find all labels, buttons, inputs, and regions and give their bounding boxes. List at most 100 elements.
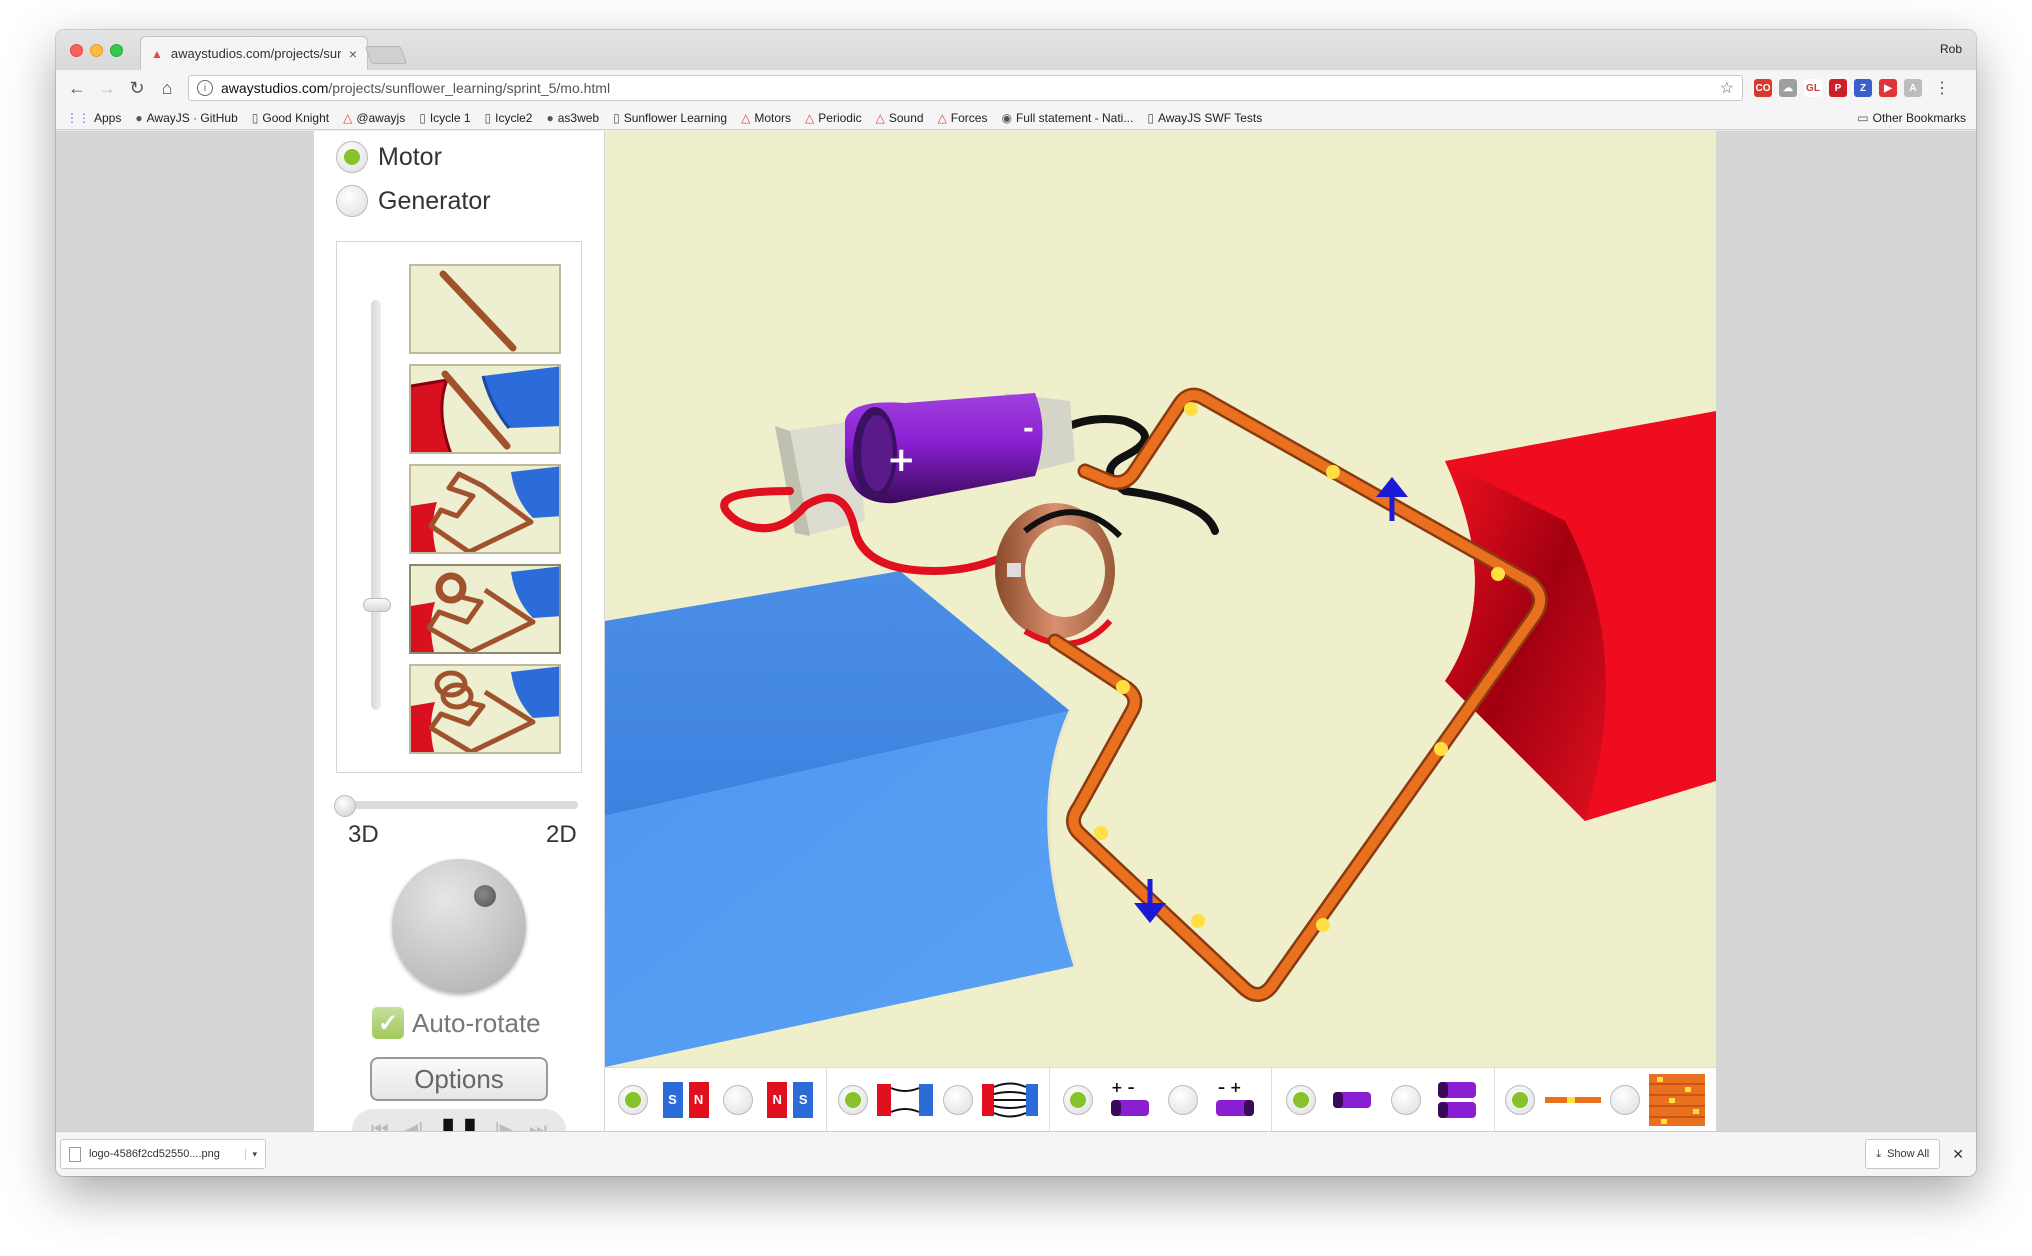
close-downloads-icon[interactable]: ✕: [1952, 1146, 1964, 1163]
bookmark-item[interactable]: ▯ Good Knight: [252, 111, 329, 125]
reload-icon[interactable]: ↻: [124, 75, 150, 101]
bookmark-item[interactable]: ◉ Full statement - Nati...: [1001, 111, 1133, 125]
browser-menu-icon[interactable]: ⋮: [1934, 78, 1950, 98]
magnets-sn-icon: S N: [662, 1081, 709, 1118]
electron-view-radio[interactable]: [1609, 1084, 1640, 1115]
extension-icon[interactable]: ☁: [1779, 79, 1797, 97]
knob-indicator-dot: [474, 885, 496, 907]
extension-icon[interactable]: ▶: [1879, 79, 1897, 97]
checkmark-icon[interactable]: ✓: [372, 1007, 404, 1039]
download-item[interactable]: logo-4586f2cd52550....png ▾: [60, 1139, 266, 1169]
extension-icon[interactable]: Z: [1854, 79, 1872, 97]
radio-selected-dot: [625, 1091, 642, 1108]
extension-icon[interactable]: P: [1829, 79, 1847, 97]
autorotate-checkbox[interactable]: ✓ Auto-rotate: [372, 1007, 541, 1039]
level-thumbnail-square-loop[interactable]: [409, 464, 561, 554]
extensions-area: CO ☁ GL P Z ▶ A: [1747, 79, 1922, 97]
page-icon: ▯: [251, 110, 259, 125]
mode-generator-radio[interactable]: Generator: [336, 185, 491, 217]
bookmark-item[interactable]: ▯ Icycle2: [485, 111, 533, 125]
mode-generator-label: Generator: [378, 186, 491, 215]
bookmark-label: AwayJS SWF Tests: [1157, 110, 1263, 125]
profile-name[interactable]: Rob: [1940, 42, 1962, 56]
window-close-button[interactable]: [70, 44, 83, 57]
forward-arrow-icon[interactable]: →: [94, 75, 120, 101]
battery-reverse-radio[interactable]: [1168, 1084, 1199, 1115]
polarity-sn-radio[interactable]: [618, 1084, 649, 1115]
browser-tab[interactable]: ▲ awaystudios.com/projects/sun ×: [140, 36, 368, 70]
window-maximize-button[interactable]: [110, 44, 123, 57]
bookmark-label: Apps: [94, 110, 122, 125]
bookmark-label: Motors: [754, 110, 792, 125]
field-on-radio[interactable]: [942, 1084, 973, 1115]
two-batteries-radio[interactable]: [1390, 1084, 1421, 1115]
field-off-radio[interactable]: [838, 1084, 869, 1115]
apps-grid-icon: ⋮⋮: [66, 110, 90, 125]
current-display-group: [1495, 1068, 1716, 1131]
battery-forward-radio[interactable]: [1063, 1084, 1094, 1115]
bookmark-item[interactable]: △ Motors: [741, 111, 791, 125]
bookmark-item[interactable]: △ Forces: [938, 111, 988, 125]
radio-button[interactable]: [336, 141, 368, 173]
magnets-icon: [877, 1083, 934, 1116]
level-thumbnail-wire[interactable]: [409, 264, 561, 354]
svg-text:+: +: [887, 440, 916, 480]
bookmark-item[interactable]: △ @awayjs: [343, 111, 405, 125]
bookmark-item[interactable]: △ Periodic: [805, 111, 862, 125]
two-batteries-icon: [1437, 1081, 1476, 1118]
folder-icon: ▭: [1857, 110, 1869, 125]
home-icon[interactable]: ⌂: [154, 75, 180, 101]
options-button[interactable]: Options: [370, 1057, 548, 1101]
bookmark-label: Icycle2: [495, 110, 533, 125]
magnet-polarity-group: S N N S: [605, 1068, 828, 1131]
level-thumbnail-wire-magnets[interactable]: [409, 364, 561, 454]
mode-motor-radio[interactable]: Motor: [336, 141, 442, 173]
bookmark-item[interactable]: △ Sound: [876, 111, 924, 125]
tab-close-icon[interactable]: ×: [349, 46, 357, 62]
magnets-ns-icon: N S: [767, 1081, 814, 1118]
polarity-ns-radio[interactable]: [722, 1084, 753, 1115]
dropdown-arrow-icon[interactable]: ▾: [245, 1148, 257, 1160]
bookmark-item[interactable]: ⋮⋮ Apps: [66, 111, 121, 125]
address-bar[interactable]: i awaystudios.com/projects/sunflower_lea…: [188, 75, 1743, 101]
svg-text:+ –: + –: [1111, 1080, 1135, 1096]
info-icon[interactable]: i: [197, 80, 213, 96]
other-bookmarks[interactable]: ▭ Other Bookmarks: [1857, 111, 1966, 125]
new-tab-button[interactable]: [364, 46, 408, 64]
browser-toolbar: ← → ↻ ⌂ i awaystudios.com/projects/sunfl…: [56, 70, 1976, 106]
download-icon: ⤓: [1876, 1147, 1882, 1160]
mode-motor-label: Motor: [378, 142, 442, 171]
extension-icon[interactable]: A: [1904, 79, 1922, 97]
bookmark-item[interactable]: ▯ Icycle 1: [419, 111, 470, 125]
bookmark-item[interactable]: ● as3web: [546, 111, 599, 125]
electrons-grid-icon: [1649, 1073, 1706, 1126]
bookmark-star-icon[interactable]: ☆: [1720, 78, 1734, 98]
one-battery-radio[interactable]: [1285, 1084, 1316, 1115]
window-minimize-button[interactable]: [90, 44, 103, 57]
level-slider-thumb[interactable]: [363, 598, 391, 612]
level-thumbnail-coil[interactable]: [409, 664, 561, 754]
motor-3d-viewport[interactable]: + -: [605, 131, 1716, 1067]
radio-selected-dot: [1070, 1091, 1087, 1108]
view-slider-thumb[interactable]: [334, 795, 356, 817]
south-pole-label: S: [793, 1081, 814, 1118]
view-slider-track[interactable]: [338, 801, 578, 809]
extension-icon[interactable]: CO: [1754, 79, 1772, 97]
bookmark-item[interactable]: ● AwayJS · GitHub: [135, 111, 237, 125]
level-thumbnail-split-ring[interactable]: [409, 564, 561, 654]
level-slider-track[interactable]: [371, 300, 381, 710]
bookmark-item[interactable]: ▯ Sunflower Learning: [613, 111, 727, 125]
north-magnet: [1445, 411, 1716, 821]
radio-button[interactable]: [336, 185, 368, 217]
field-lines-icon: [982, 1082, 1039, 1117]
back-arrow-icon[interactable]: ←: [64, 75, 90, 101]
show-all-button[interactable]: ⤓ Show All: [1865, 1139, 1941, 1169]
page-icon: ▯: [613, 110, 620, 125]
wire-view-radio[interactable]: [1505, 1084, 1536, 1115]
extension-icon[interactable]: GL: [1804, 79, 1822, 97]
rotation-knob[interactable]: [392, 859, 526, 993]
wire-icon: [1544, 1096, 1601, 1103]
bookmark-item[interactable]: ▯ AwayJS SWF Tests: [1147, 111, 1262, 125]
bookmark-label: AwayJS · GitHub: [146, 110, 238, 125]
triangle-icon: △: [741, 110, 751, 125]
